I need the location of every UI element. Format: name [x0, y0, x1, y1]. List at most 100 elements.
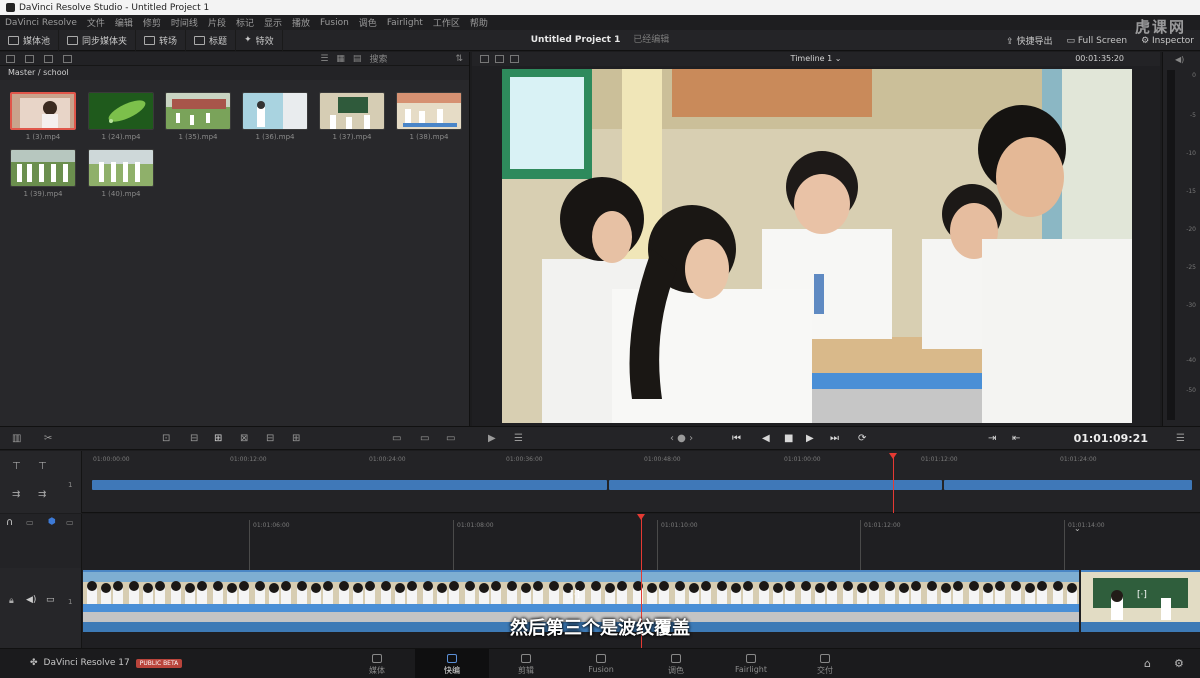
transition-icon[interactable]: [·] [570, 590, 580, 600]
media-clip[interactable]: 1 (39).mp4 [10, 149, 76, 198]
more-options-icon[interactable]: ☰ [1176, 433, 1185, 444]
menu-timeline[interactable]: 时间线 [171, 16, 198, 29]
tab-edit[interactable]: 剪辑 [489, 649, 563, 678]
trim-icon[interactable]: ⊤ [12, 461, 21, 472]
full-screen-button[interactable]: ▭ Full Screen [1067, 36, 1128, 46]
new-bin-icon[interactable] [44, 54, 53, 63]
playhead-line[interactable] [641, 518, 642, 648]
razor-icon[interactable]: ✂ [44, 433, 52, 444]
bin-breadcrumb[interactable]: Master / school [0, 66, 469, 80]
menu-playback[interactable]: 播放 [292, 16, 310, 29]
slip-icon[interactable]: ⊤ [38, 461, 47, 472]
panel-toggle-icon[interactable] [6, 54, 15, 63]
media-clip[interactable]: 1 (3).mp4 [10, 92, 76, 141]
current-timecode: 01:01:09:21 [1073, 432, 1148, 445]
menu-davinci[interactable]: DaVinci Resolve [5, 18, 77, 28]
timeline-clip-bar[interactable] [92, 480, 607, 490]
close-up-icon[interactable]: ⊠ [240, 433, 248, 444]
quick-export-button[interactable]: ⇪ 快捷导出 [1006, 34, 1052, 47]
link-icon[interactable] [63, 54, 72, 63]
effects-label: 特效 [255, 36, 274, 47]
menu-view[interactable]: 显示 [264, 16, 282, 29]
media-clip[interactable]: 1 (24).mp4 [88, 92, 154, 141]
media-clip[interactable]: 1 (40).mp4 [88, 149, 154, 198]
menu-fairlight[interactable]: Fairlight [387, 18, 423, 28]
mark-out-icon[interactable]: ⇤ [1012, 433, 1020, 444]
go-to-start-icon[interactable]: ⏮ [732, 433, 741, 444]
speed-icon[interactable]: ▭ [420, 433, 429, 444]
zoom-fit-icon[interactable]: ⇉ [12, 489, 20, 500]
timeline-clip-bar[interactable] [944, 480, 1192, 490]
gear-icon[interactable]: ⚙ [1174, 657, 1184, 670]
mark-in-icon[interactable]: ⇥ [988, 433, 996, 444]
source-tape-icon[interactable]: ▶ [488, 433, 496, 444]
media-pool-button[interactable]: 媒体池 [0, 29, 60, 51]
inspector-button[interactable]: ⚙ Inspector [1141, 36, 1194, 46]
reverse-play-icon[interactable]: ◀ [762, 433, 770, 444]
menu-trim[interactable]: 修剪 [143, 16, 161, 29]
crop-icon[interactable]: ▭ [446, 433, 455, 444]
marker-icon[interactable]: ⬢ [48, 517, 56, 527]
grid-view-icon[interactable]: ▦ [336, 54, 345, 64]
menu-help[interactable]: 帮助 [470, 16, 488, 29]
stop-icon[interactable]: ■ [784, 433, 793, 444]
menu-clip[interactable]: 片段 [208, 16, 226, 29]
ruler-tick [860, 520, 861, 570]
overview-timeline-area[interactable]: 01:00:00:00 01:00:12:00 01:00:24:00 01:0… [83, 451, 1200, 513]
snapping-icon[interactable]: ∩ [6, 517, 13, 528]
search-label[interactable]: 搜索 [369, 52, 387, 65]
list-view-icon[interactable]: ☰ [320, 54, 328, 64]
transition-icon[interactable]: [·] [1137, 590, 1147, 600]
video-icon[interactable]: ▭ [46, 595, 55, 605]
transitions-button[interactable]: 转场 [136, 29, 187, 51]
menu-mark[interactable]: 标记 [236, 16, 254, 29]
tab-fusion[interactable]: Fusion [564, 649, 638, 678]
tab-media[interactable]: 媒体 [340, 649, 414, 678]
timeline-selector[interactable]: Timeline 1 ⌄ [472, 54, 1160, 63]
sort-icon[interactable]: ⇅ [455, 54, 463, 64]
media-clip[interactable]: 1 (35).mp4 [165, 92, 231, 141]
tab-fairlight[interactable]: Fairlight [714, 649, 788, 678]
tools-icon[interactable]: ☰ [514, 433, 523, 444]
video-frame[interactable] [502, 69, 1132, 423]
jog-control[interactable]: ‹ ● › [670, 433, 693, 444]
titles-button[interactable]: 标题 [186, 29, 237, 51]
clip-view-icon[interactable]: ▭ [66, 518, 74, 527]
ripple-overwrite-icon[interactable]: ⊞ [214, 433, 222, 444]
audio-scrub-icon[interactable]: ▭ [26, 518, 34, 527]
playhead-line[interactable] [893, 457, 894, 513]
menu-workspace[interactable]: 工作区 [433, 16, 460, 29]
import-media-icon[interactable] [25, 54, 34, 63]
append-icon[interactable]: ⊟ [190, 433, 198, 444]
media-clip[interactable]: 1 (38).mp4 [396, 92, 462, 141]
lock-icon[interactable]: 🔒︎ [9, 596, 14, 606]
sync-bin-button[interactable]: 同步媒体夹 [59, 29, 137, 51]
place-on-top-icon[interactable]: ⊟ [266, 433, 274, 444]
media-pool-panel: ☰ ▦ ▤ 搜索 ⇅ Master / school 1 (3).mp4 1 (… [0, 52, 470, 426]
loop-icon[interactable]: ⟳ [858, 433, 866, 444]
tab-color[interactable]: 调色 [639, 649, 713, 678]
tab-cut[interactable]: 快编 [415, 649, 489, 678]
smart-insert-icon[interactable]: ⊡ [162, 433, 170, 444]
strip-view-icon[interactable]: ▤ [353, 54, 362, 64]
marker-chevron-icon[interactable]: ⌄ [1074, 524, 1081, 533]
menu-file[interactable]: 文件 [87, 16, 105, 29]
go-to-end-icon[interactable]: ⏭ [830, 433, 839, 444]
zoom-custom-icon[interactable]: ⇉ [38, 489, 46, 500]
tab-deliver[interactable]: 交付 [788, 649, 862, 678]
transform-icon[interactable]: ▭ [392, 433, 401, 444]
menu-color[interactable]: 调色 [359, 16, 377, 29]
effects-button[interactable]: ✦ 特效 [236, 29, 283, 51]
play-icon[interactable]: ▶ [806, 433, 814, 444]
timeline-clip[interactable]: [·] [1081, 570, 1200, 632]
home-icon[interactable]: ⌂ [1144, 657, 1151, 670]
media-clip[interactable]: 1 (36).mp4 [242, 92, 308, 141]
timeline-options-icon[interactable]: ▥ [12, 433, 21, 444]
audio-icon[interactable]: ◀) [26, 595, 36, 605]
source-overwrite-icon[interactable]: ⊞ [292, 433, 300, 444]
menu-fusion[interactable]: Fusion [320, 18, 349, 28]
media-clip[interactable]: 1 (37).mp4 [319, 92, 385, 141]
timeline-clip[interactable]: [·] [83, 570, 1079, 632]
menu-edit[interactable]: 编辑 [115, 16, 133, 29]
speaker-icon[interactable]: ◀) [1175, 55, 1184, 64]
